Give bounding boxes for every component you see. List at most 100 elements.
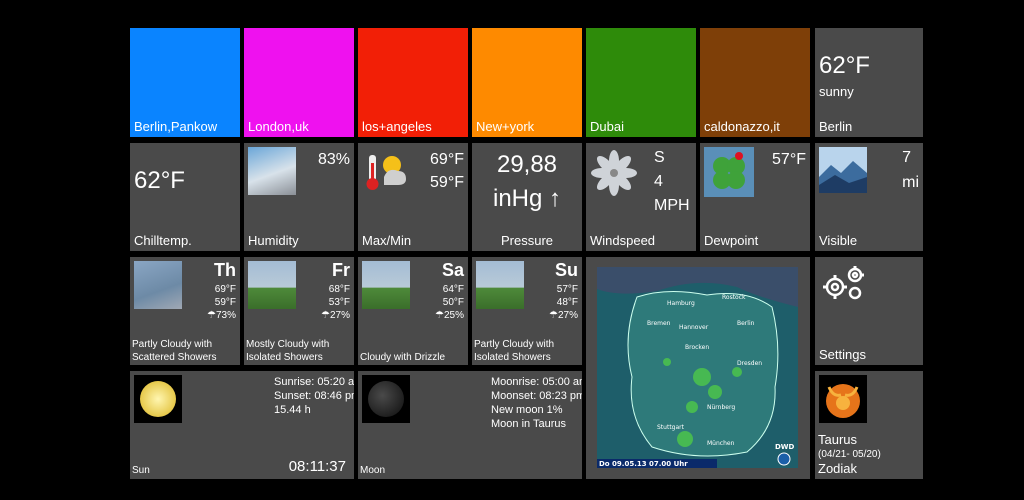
- forecast-low: 50°F: [442, 297, 464, 308]
- current-temp: 62°F: [819, 52, 870, 79]
- zodiac-tile[interactable]: Taurus (04/21- 05/20) Zodiak: [815, 371, 923, 479]
- city-tile-3[interactable]: los+angeles: [358, 28, 468, 137]
- radar-map-tile[interactable]: Hamburg Rostock Bremen Hannover Berlin B…: [586, 257, 810, 479]
- forecast-day: Su: [554, 260, 578, 280]
- clover-icon: [704, 147, 754, 197]
- city-name: caldonazzo,it: [704, 119, 780, 134]
- forecast-low: 59°F: [214, 297, 236, 308]
- sun-tile[interactable]: Sunrise: 05:20 am Sunset: 08:46 pm 15.44…: [130, 371, 354, 479]
- map-city-label: Hamburg: [667, 300, 695, 307]
- pressure-unit: inHg ↑: [492, 185, 562, 212]
- forecast-high: 64°F: [442, 284, 464, 295]
- sun-label: Sun: [132, 465, 150, 476]
- moon-icon: [362, 375, 410, 423]
- map-city-label: Stuttgart: [657, 424, 685, 431]
- moon-sign: Moon in Taurus: [491, 418, 567, 430]
- map-city-label: Brocken: [685, 344, 709, 351]
- forecast-day: Sa: [441, 260, 464, 280]
- forecast-day: Fr: [332, 260, 350, 280]
- city-tile-2[interactable]: London,uk: [244, 28, 354, 137]
- min-temp: 59°F: [430, 174, 464, 191]
- forecast-low: 48°F: [556, 297, 578, 308]
- forecast-rain: ☂27%: [321, 310, 350, 321]
- moonrise-time: Moonrise: 05:00 am: [491, 376, 582, 388]
- forecast-high: 68°F: [328, 284, 350, 295]
- radar-map: Hamburg Rostock Bremen Hannover Berlin B…: [597, 267, 798, 468]
- forecast-high: 57°F: [556, 284, 578, 295]
- dewpoint-label: Dewpoint: [704, 233, 759, 248]
- map-city-label: Dresden: [737, 360, 762, 367]
- forecast-rain: ☂25%: [435, 310, 464, 321]
- moonset-time: Moonset: 08:23 pm: [491, 390, 582, 402]
- humidity-label: Humidity: [248, 233, 299, 248]
- sunrise-time: Sunrise: 05:20 am: [274, 376, 354, 388]
- city-tile-6[interactable]: caldonazzo,it: [700, 28, 810, 137]
- current-condition: sunny: [819, 84, 854, 99]
- wind-label: Windspeed: [590, 233, 656, 248]
- map-city-label: Rostock: [722, 294, 746, 301]
- day-length: 15.44 h: [274, 404, 311, 416]
- humidity-value: 83%: [317, 151, 350, 168]
- map-timestamp: Do 09.05.13 07.00 Uhr: [599, 460, 688, 468]
- pressure-tile[interactable]: 29,88 inHg ↑ Pressure: [472, 143, 582, 251]
- wind-unit: MPH: [654, 197, 690, 214]
- forecast-low: 53°F: [328, 297, 350, 308]
- map-city-label: Berlin: [737, 320, 755, 327]
- moon-phase: New moon 1%: [491, 404, 563, 416]
- visible-tile[interactable]: 7 mi Visible: [815, 143, 923, 251]
- forecast-high: 69°F: [214, 284, 236, 295]
- city-tile-4[interactable]: New+york: [472, 28, 582, 137]
- forecast-desc-line2: Scattered Showers: [132, 352, 217, 363]
- city-name: Berlin,Pankow: [134, 119, 218, 134]
- maxmin-label: Max/Min: [362, 233, 412, 248]
- forecast-icon: [476, 261, 524, 309]
- settings-tile[interactable]: Settings: [815, 257, 923, 365]
- dewpoint-value: 57°F: [772, 151, 806, 168]
- forecast-tile-3[interactable]: Sa 64°F 50°F ☂25% Cloudy with Drizzle: [358, 257, 468, 365]
- sun-icon: [134, 375, 182, 423]
- dwd-logo: DWD: [775, 443, 795, 451]
- moon-tile[interactable]: Moonrise: 05:00 am Moonset: 08:23 pm New…: [358, 371, 582, 479]
- maxmin-tile[interactable]: 69°F 59°F Max/Min: [358, 143, 468, 251]
- map-city-label: Hannover: [679, 324, 709, 331]
- moon-label: Moon: [360, 465, 386, 476]
- city-name: New+york: [476, 119, 535, 134]
- pressure-label: Pressure: [500, 233, 554, 248]
- city-tile-1[interactable]: Berlin,Pankow: [130, 28, 240, 137]
- chill-value: 62°F: [134, 167, 185, 194]
- forecast-desc-line2: Isolated Showers: [474, 352, 551, 363]
- chill-label: Chilltemp.: [134, 233, 192, 248]
- wind-speed: 4: [654, 173, 663, 190]
- max-temp: 69°F: [430, 151, 464, 168]
- forecast-tile-1[interactable]: Th 69°F 59°F ☂73% Partly Cloudy with Sca…: [130, 257, 240, 365]
- forecast-icon: [248, 261, 296, 309]
- map-city-label: München: [707, 440, 735, 447]
- wind-direction: S: [654, 149, 665, 166]
- visible-unit: mi: [902, 174, 919, 191]
- zodiac-range: (04/21- 05/20): [818, 449, 881, 460]
- mountains-icon: [819, 147, 867, 193]
- current-weather-tile[interactable]: 62°F sunny Berlin: [815, 28, 923, 137]
- forecast-rain: ☂73%: [207, 310, 236, 321]
- city-name: London,uk: [248, 119, 309, 134]
- current-time: 08:11:37: [288, 458, 346, 475]
- visible-value: 7: [902, 149, 911, 166]
- forecast-desc-line2: Isolated Showers: [246, 352, 323, 363]
- forecast-tile-4[interactable]: Su 57°F 48°F ☂27% Partly Cloudy with Iso…: [472, 257, 582, 365]
- gear-icon: [823, 266, 864, 300]
- sunset-time: Sunset: 08:46 pm: [274, 390, 354, 402]
- forecast-desc-line1: Partly Cloudy with: [474, 339, 555, 350]
- taurus-icon: [819, 375, 867, 423]
- dewpoint-tile[interactable]: 57°F Dewpoint: [700, 143, 810, 251]
- map-city-label: Bremen: [647, 320, 671, 327]
- city-tile-5[interactable]: Dubai: [586, 28, 696, 137]
- chill-tile[interactable]: 62°F Chilltemp.: [130, 143, 240, 251]
- current-location: Berlin: [819, 119, 853, 134]
- map-city-label: Nürnberg: [707, 404, 735, 411]
- wind-tile[interactable]: S 4 MPH Windspeed: [586, 143, 696, 251]
- city-name: Dubai: [590, 119, 624, 134]
- thermometer-sun-icon: [366, 155, 406, 190]
- humidity-tile[interactable]: 83% Humidity: [244, 143, 354, 251]
- forecast-desc-line1: Partly Cloudy with: [132, 339, 213, 350]
- forecast-tile-2[interactable]: Fr 68°F 53°F ☂27% Mostly Cloudy with Iso…: [244, 257, 354, 365]
